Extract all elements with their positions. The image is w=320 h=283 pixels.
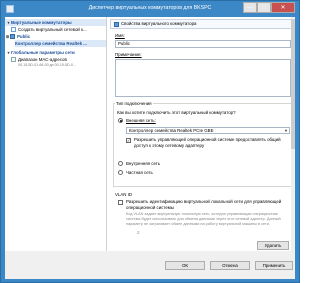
dialog-body: ▾ Виртуальные коммутаторы Создать виртуал… <box>5 17 295 279</box>
close-button[interactable]: ✕ <box>271 2 295 13</box>
tree-header-global[interactable]: ▾ Глобальные параметры сети <box>5 49 106 56</box>
dialog-footer: ОК Отмена Применить <box>5 251 295 279</box>
chevron-down-icon: ▼ <box>284 128 288 133</box>
tree-item-create-switch[interactable]: Создать виртуальный сетевой к... <box>11 26 87 33</box>
add-switch-icon <box>11 27 16 32</box>
minimize-button[interactable]: — <box>243 2 257 13</box>
connection-type-title: Тип подключения <box>115 101 153 106</box>
mac-address-icon <box>11 57 16 62</box>
cancel-button[interactable]: Отмена <box>210 261 250 270</box>
properties-panel: Свойства виртуального коммутатора Имя: P… <box>107 17 295 251</box>
adapter-select[interactable]: Контроллер семейства Realtek PCIe GBE ▼ <box>126 127 290 134</box>
external-network-radio[interactable] <box>118 118 123 123</box>
section-header: Свойства виртуального коммутатора <box>110 19 293 29</box>
ok-button[interactable]: ОК <box>165 261 205 270</box>
vlan-title: VLAN ID <box>115 192 133 197</box>
allow-mgmt-label: Разрешить управляющей операционной систе… <box>134 137 281 148</box>
adapter-selected-value: Контроллер семейства Realtek PCIe GBE <box>129 128 214 133</box>
maximize-button[interactable]: □ <box>257 2 271 13</box>
vlan-checkbox-label: Разрешить идентификацию виртуальной лока… <box>126 199 282 210</box>
connection-question: Как вы хотите подключить этот виртуальны… <box>117 110 236 115</box>
remove-button[interactable]: Удалить <box>257 241 289 250</box>
vlan-id-value[interactable]: 2 <box>137 230 139 235</box>
app-window: Диспетчер виртуальных коммутаторов для B… <box>0 0 300 283</box>
tree-item-adapter[interactable]: Контроллер семейства Realtek ... <box>15 40 106 47</box>
mac-range-value: 00-15-5D-01-66-00 до 00-15-5D-0... <box>18 63 76 67</box>
name-label: Имя: <box>115 33 125 38</box>
private-network-label: Частная сеть <box>126 170 153 175</box>
navigation-tree: ▾ Виртуальные коммутаторы Создать виртуал… <box>5 17 107 251</box>
name-input[interactable]: Public <box>115 40 291 48</box>
external-network-label: Внешняя сеть: <box>126 118 156 123</box>
notes-textarea[interactable] <box>115 59 291 97</box>
panel-scrollbar[interactable] <box>291 17 295 251</box>
private-network-radio[interactable] <box>118 170 123 175</box>
title-bar: Диспетчер виртуальных коммутаторов для B… <box>1 1 299 17</box>
tree-item-public[interactable]: ⊞ Public <box>5 33 30 40</box>
notes-label: Примечание: <box>115 52 142 57</box>
tree-header-switches[interactable]: ▾ Виртуальные коммутаторы <box>5 19 106 26</box>
internal-network-label: Внутренняя сеть <box>126 161 161 166</box>
scrollbar-thumb[interactable] <box>291 19 295 149</box>
switch-properties-icon <box>114 22 119 27</box>
network-switch-icon <box>10 34 15 39</box>
vlan-description: Код VLAN задает виртуальную локальную се… <box>126 212 281 226</box>
allow-mgmt-checkbox[interactable]: ✓ <box>126 138 131 143</box>
vlan-checkbox[interactable] <box>118 200 123 205</box>
internal-network-radio[interactable] <box>118 161 123 166</box>
apply-button[interactable]: Применить <box>255 261 293 270</box>
